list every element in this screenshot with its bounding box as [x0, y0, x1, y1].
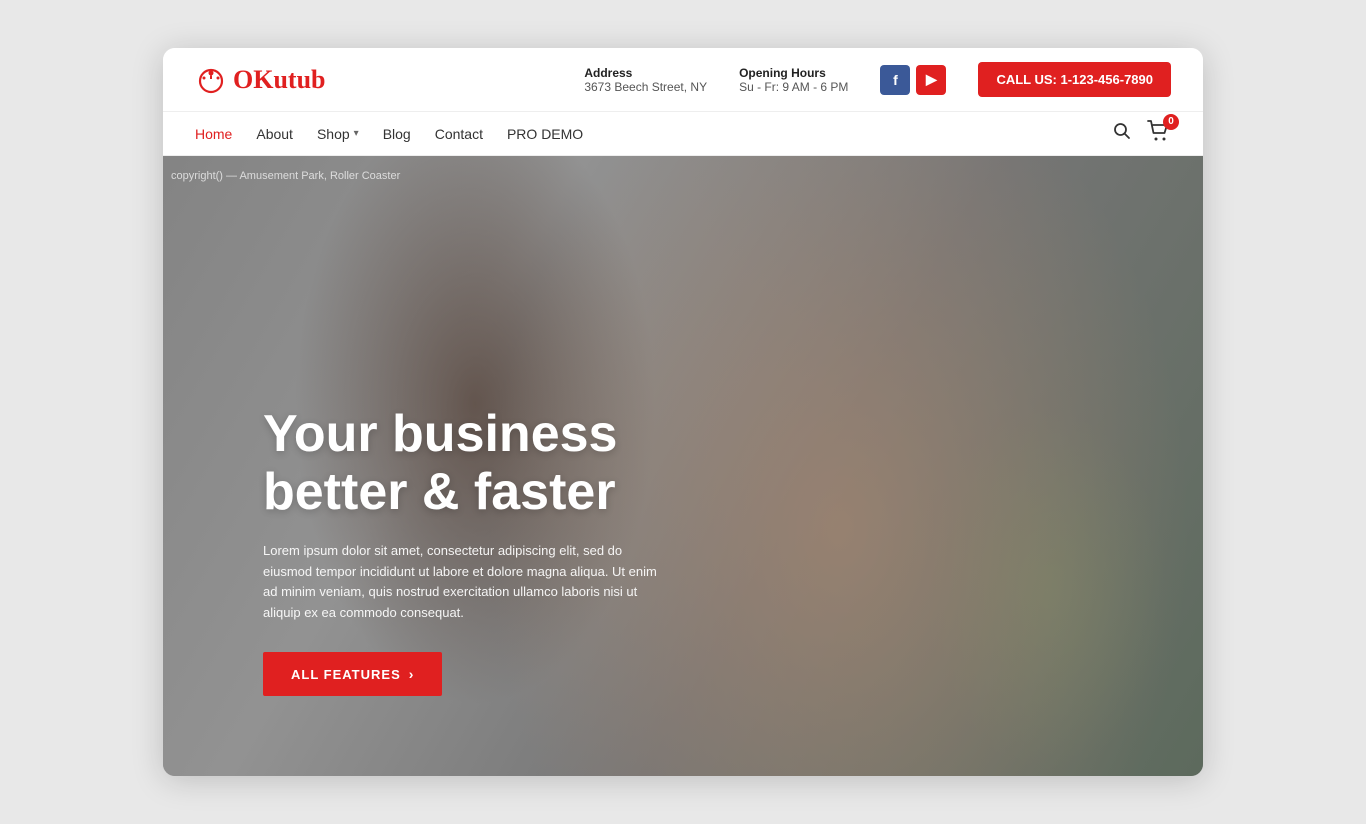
hero-description: Lorem ipsum dolor sit amet, consectetur …: [263, 541, 663, 624]
call-button[interactable]: CALL US: 1-123-456-7890: [978, 62, 1171, 97]
hours-value: Su - Fr: 9 AM - 6 PM: [739, 80, 848, 94]
hero-content: Your business better & faster Lorem ipsu…: [263, 406, 663, 696]
search-button[interactable]: [1113, 122, 1131, 145]
social-icons: f ▶: [880, 65, 946, 95]
search-icon: [1113, 122, 1131, 140]
logo-text: OKutub: [233, 65, 326, 95]
browser-window: OKutub Address 3673 Beech Street, NY Ope…: [163, 48, 1203, 776]
logo-area: OKutub: [195, 64, 326, 96]
all-features-button[interactable]: ALL FEATURES ›: [263, 652, 442, 696]
nav-about[interactable]: About: [256, 114, 293, 154]
nav-pro-demo[interactable]: PRO DEMO: [507, 114, 583, 154]
youtube-button[interactable]: ▶: [916, 65, 946, 95]
hours-block: Opening Hours Su - Fr: 9 AM - 6 PM: [739, 66, 848, 94]
nav-contact[interactable]: Contact: [435, 114, 483, 154]
address-value: 3673 Beech Street, NY: [584, 80, 707, 94]
cart-button[interactable]: 0: [1147, 120, 1171, 148]
cart-count: 0: [1163, 114, 1179, 130]
nav-shop[interactable]: Shop ▾: [317, 114, 359, 154]
hero-copyright: copyright() — Amusement Park, Roller Coa…: [163, 166, 408, 186]
nav-links: Home About Shop ▾ Blog Contact PRO DEMO: [195, 114, 583, 154]
hero-section: copyright() — Amusement Park, Roller Coa…: [163, 156, 1203, 776]
header-info: Address 3673 Beech Street, NY Opening Ho…: [584, 62, 1171, 97]
shop-dropdown-arrow: ▾: [354, 128, 359, 139]
facebook-button[interactable]: f: [880, 65, 910, 95]
logo-icon: [195, 64, 227, 96]
nav-blog[interactable]: Blog: [383, 114, 411, 154]
hours-label: Opening Hours: [739, 66, 848, 80]
cta-arrow: ›: [409, 666, 415, 682]
logo-highlight: O: [233, 65, 253, 94]
address-block: Address 3673 Beech Street, NY: [584, 66, 707, 94]
header-top: OKutub Address 3673 Beech Street, NY Ope…: [163, 48, 1203, 112]
nav-bar: Home About Shop ▾ Blog Contact PRO DEMO: [163, 112, 1203, 156]
nav-home[interactable]: Home: [195, 114, 232, 154]
hero-title: Your business better & faster: [263, 406, 663, 520]
address-label: Address: [584, 66, 707, 80]
nav-actions: 0: [1113, 120, 1171, 148]
